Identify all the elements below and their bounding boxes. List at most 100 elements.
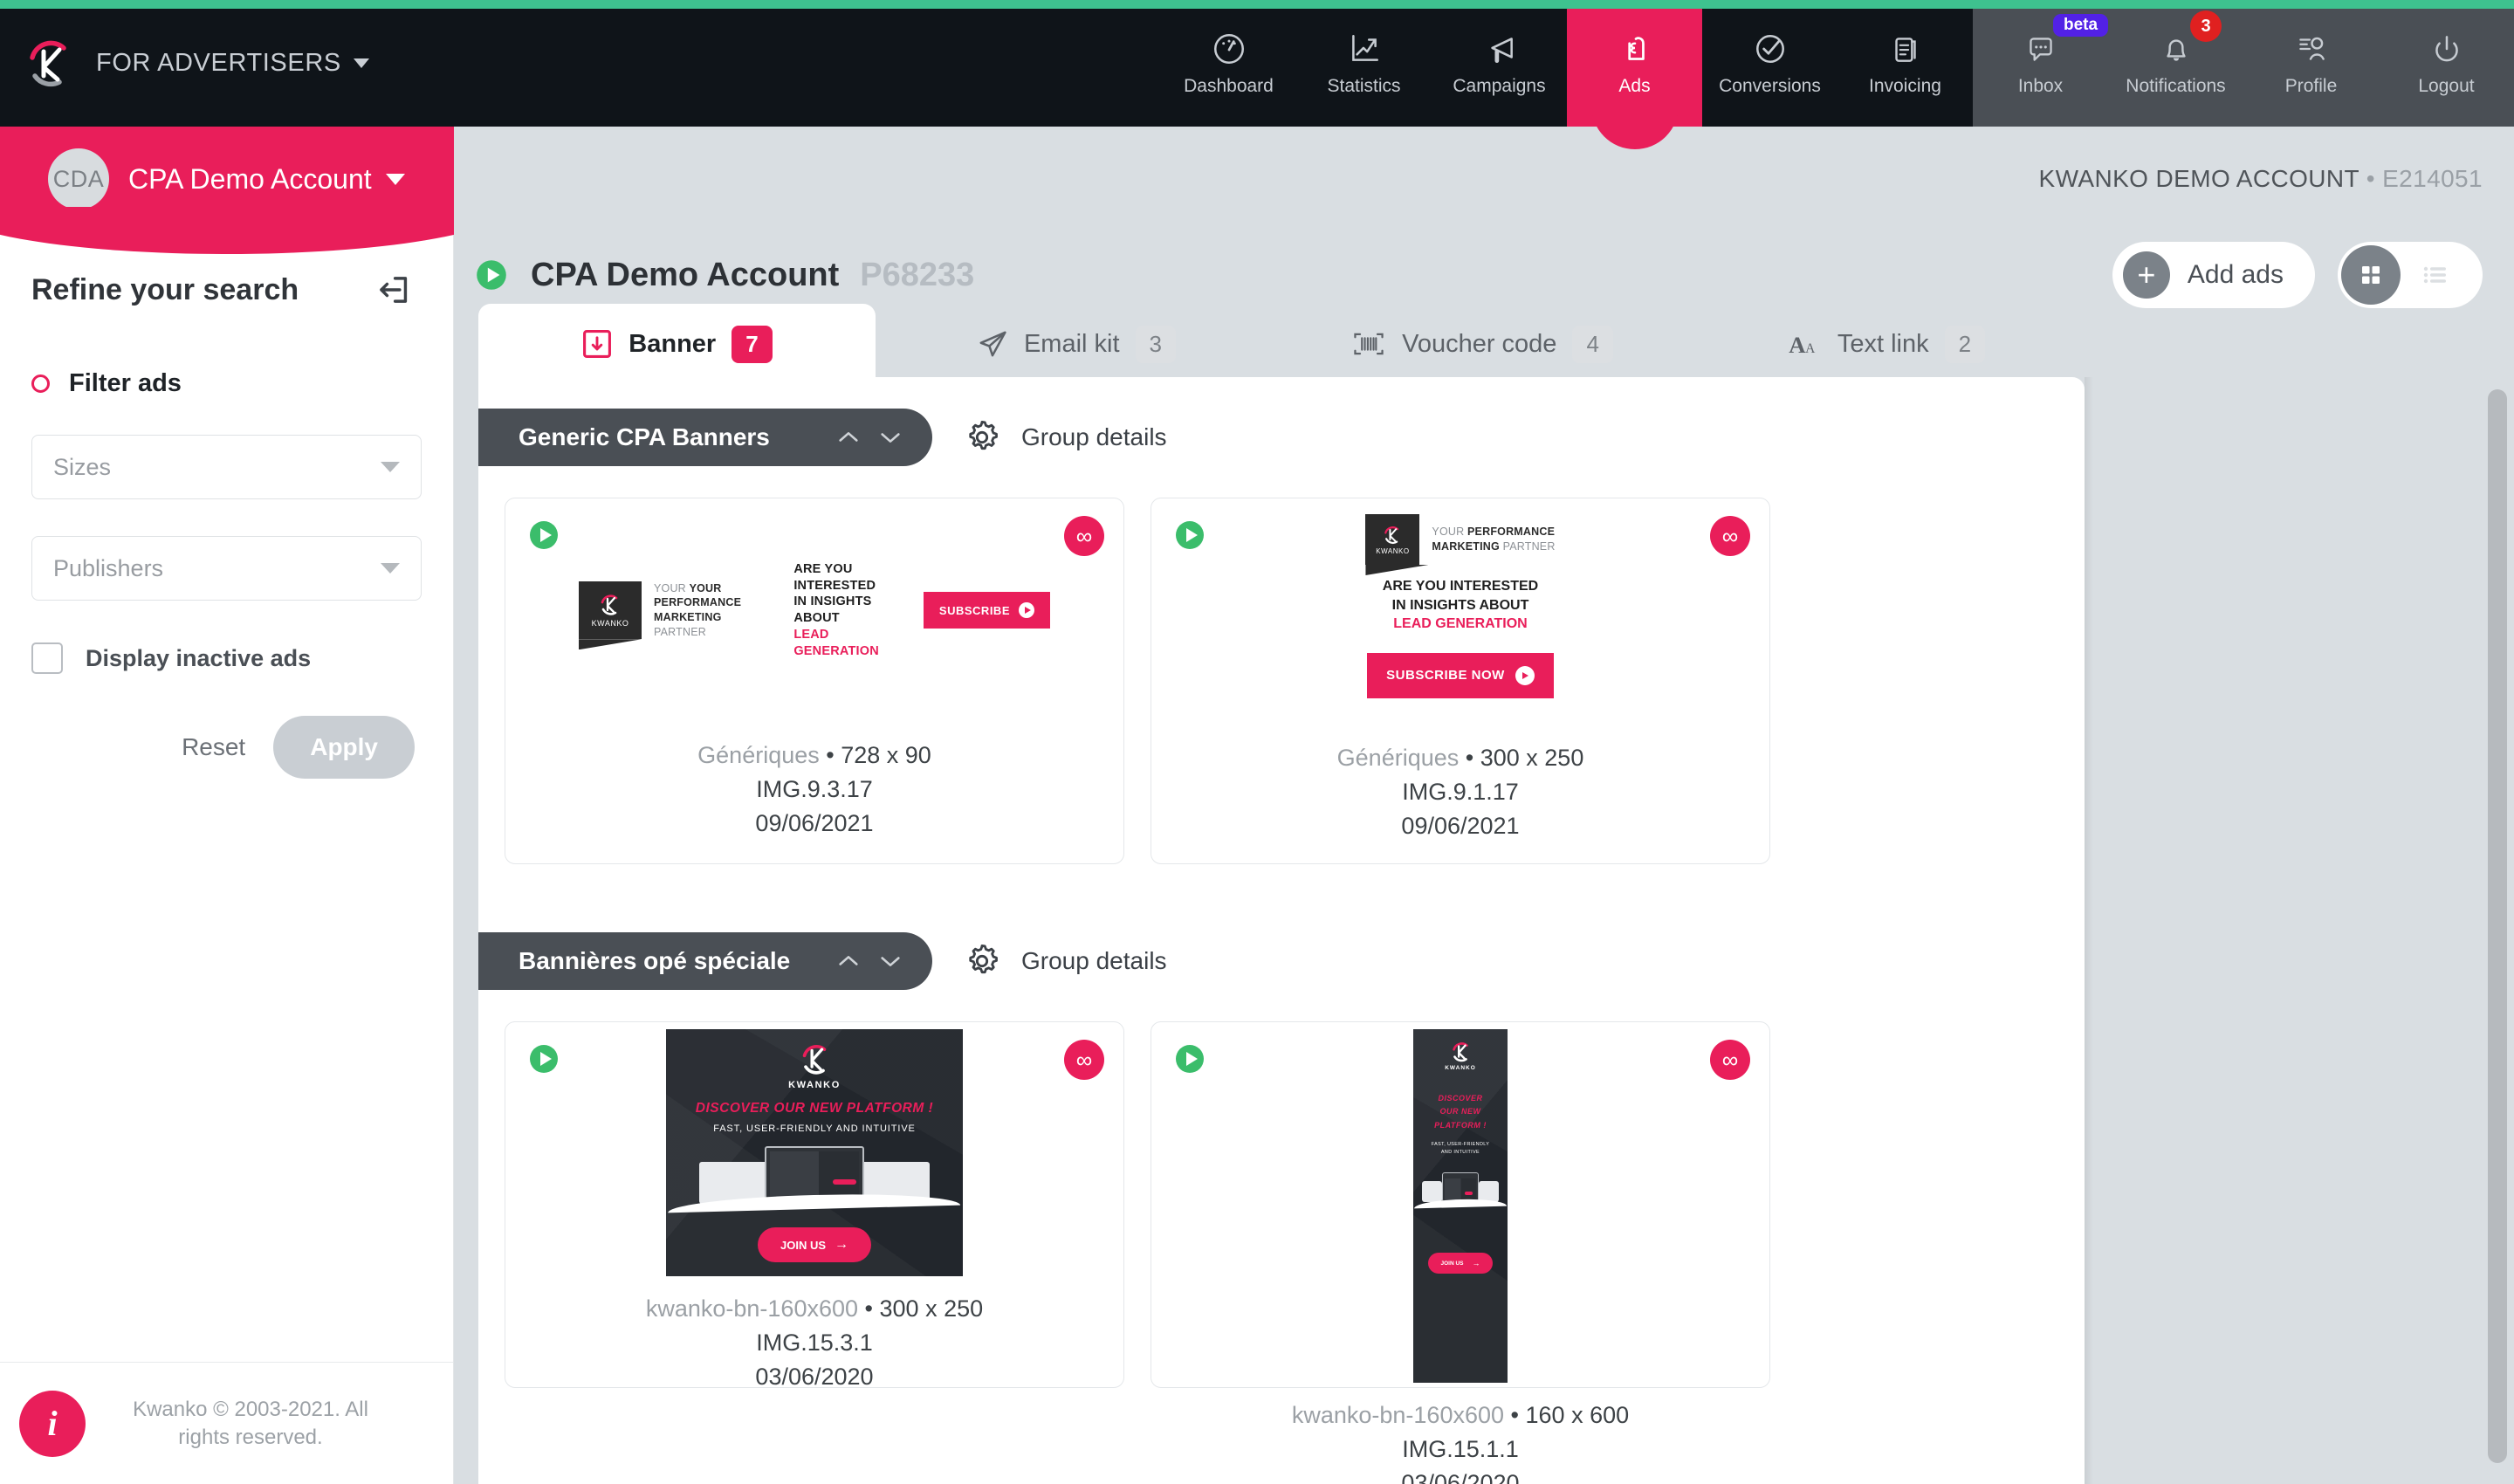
separator: • <box>1510 1402 1519 1428</box>
info-icon[interactable]: i <box>19 1390 86 1457</box>
group-details-button[interactable]: Group details <box>962 417 1167 457</box>
creative-headline: DISCOVER OUR NEW PLATFORM ! <box>695 1101 934 1116</box>
tab-label: Banner <box>628 329 717 358</box>
group-details-button[interactable]: Group details <box>962 941 1167 981</box>
chevron-up-icon[interactable] <box>836 952 861 970</box>
publishers-select[interactable]: Publishers <box>31 536 422 601</box>
group-title-pill[interactable]: Bannières opé spéciale <box>478 932 932 990</box>
apply-button[interactable]: Apply <box>273 716 415 779</box>
scrollbar-thumb[interactable] <box>2488 389 2507 1463</box>
nav-item-notifications[interactable]: 3 Notifications <box>2108 0 2243 127</box>
chat-bubble-icon <box>2029 37 2052 61</box>
chevron-down-icon[interactable] <box>385 173 405 185</box>
chevron-down-icon[interactable] <box>878 952 903 970</box>
creative-cta-button[interactable]: SUBSCRIBE <box>923 592 1050 629</box>
display-inactive-ads-checkbox[interactable] <box>31 642 63 674</box>
nav-item-logout[interactable]: Logout <box>2379 0 2514 127</box>
infinity-icon[interactable]: ∞ <box>1710 516 1750 556</box>
nav-item-conversions[interactable]: Conversions <box>1702 0 1837 127</box>
group-collapse-controls[interactable] <box>836 429 903 446</box>
nav-item-inbox[interactable]: beta Inbox <box>1973 0 2109 127</box>
add-ads-button[interactable]: + Add ads <box>2112 242 2315 308</box>
play-active-icon[interactable] <box>1172 1041 1207 1076</box>
brand-area[interactable]: FOR ADVERTISERS <box>0 0 454 127</box>
creative-preview: KWANKO DISCOVER OUR NEW PLATFORM ! FAST,… <box>505 1022 1123 1276</box>
account-identifier: KWANKO DEMO ACCOUNT • E214051 <box>2039 165 2483 193</box>
tagline: YOUR PERFORMANCE MARKETING PARTNER <box>1432 525 1555 554</box>
display-inactive-ads-row[interactable]: Display inactive ads <box>0 601 453 674</box>
ad-card[interactable]: ∞ KWANKO <box>505 498 1124 864</box>
tab-voucher-code[interactable]: Voucher code 4 <box>1277 304 1687 384</box>
megaphone-icon <box>1490 37 1513 63</box>
ad-name: Génériques <box>697 741 820 768</box>
ad-card[interactable]: ∞ KWANKO DISCOVER OUR NEW PLATFORM ! FAS… <box>505 1021 1124 1390</box>
copyright-text: Kwanko © 2003-2021. All rights reserved. <box>133 1398 368 1449</box>
nav-secondary-group: beta Inbox 3 Notifications Profile Logou… <box>1973 0 2514 127</box>
tab-label: Voucher code <box>1402 329 1557 358</box>
chevron-down-icon[interactable] <box>878 429 903 446</box>
arrow-right-icon: → <box>835 1237 848 1252</box>
tab-banner[interactable]: Banner 7 <box>478 304 876 384</box>
nav-item-statistics[interactable]: Statistics <box>1296 0 1432 127</box>
tagline: YOUR YOUR PERFORMANCE MARKETING PARTNER <box>654 581 769 641</box>
collapse-panel-icon[interactable] <box>374 271 411 308</box>
creative-cta-button[interactable]: JOIN US → <box>757 1227 871 1262</box>
cta-label: SUBSCRIBE <box>938 603 1010 617</box>
kwanko-logo-mark: KWANKO <box>788 1043 841 1090</box>
ad-reference: IMG.15.3.1 <box>756 1329 873 1357</box>
nav-label: Profile <box>2284 75 2338 96</box>
filters-sidebar: Refine your search Filter ads Sizes Publ… <box>0 231 454 1484</box>
nav-item-invoicing[interactable]: Invoicing <box>1837 0 1973 127</box>
ad-reference: IMG.15.1.1 <box>1402 1436 1519 1463</box>
play-active-icon[interactable] <box>526 1041 561 1076</box>
tagline-bold-2: MARKETING <box>1432 540 1500 553</box>
kwanko-logo-icon <box>24 38 77 90</box>
tagline-bold-1: PERFORMANCE <box>1467 526 1556 539</box>
avatar: CDA <box>48 148 109 210</box>
ad-card[interactable]: ∞ KWANKO <box>1151 498 1770 864</box>
banner-creative-dark-160x600: KWANKO DISCOVER OUR NEW PLATFORM ! FAST,… <box>1413 1029 1508 1383</box>
account-switcher[interactable]: CDA CPA Demo Account <box>0 127 454 231</box>
plus-icon: + <box>2122 251 2170 299</box>
device-mockup-image <box>668 1143 961 1213</box>
chevron-down-icon[interactable] <box>353 58 369 68</box>
play-small-icon <box>1515 665 1535 685</box>
nav-item-profile[interactable]: Profile <box>2243 0 2379 127</box>
main-header: KWANKO DEMO ACCOUNT • E214051 <box>454 127 2514 231</box>
nav-item-dashboard[interactable]: Dashboard <box>1161 0 1296 127</box>
kwanko-logo-mark: KWANKO <box>1445 1041 1476 1071</box>
play-active-icon <box>477 260 506 290</box>
infinity-icon[interactable]: ∞ <box>1064 1040 1104 1080</box>
separator: • <box>2366 165 2375 192</box>
sizes-select[interactable]: Sizes <box>31 435 422 499</box>
nav-item-campaigns[interactable]: Campaigns <box>1432 0 1567 127</box>
group-collapse-controls[interactable] <box>836 952 903 970</box>
tab-text-link[interactable]: A A Text link 2 <box>1687 304 2085 384</box>
nav-item-ads[interactable]: Ads <box>1567 0 1702 127</box>
account-label: KWANKO DEMO ACCOUNT <box>2038 165 2359 192</box>
tagline-pre: YOUR <box>654 581 690 594</box>
list-view-icon[interactable] <box>2406 245 2465 305</box>
tab-email-kit[interactable]: Email kit 3 <box>876 304 1277 384</box>
grid-view-icon[interactable] <box>2341 245 2401 305</box>
filter-ads-section-header[interactable]: Filter ads <box>0 308 453 398</box>
creative-preview: KWANKO DISCOVER OUR NEW PLATFORM ! FAST,… <box>1151 1022 1769 1383</box>
ad-card[interactable]: ∞ KWANKO <box>1151 1021 1770 1484</box>
ad-card-row: ∞ KWANKO YOUR YOUR PERFORMANCE MARKETING… <box>478 466 2085 864</box>
chevron-up-icon[interactable] <box>836 429 861 446</box>
ad-card-meta: Génériques • 728 x 90 IMG.9.3.17 09/06/2… <box>697 723 931 863</box>
play-active-icon[interactable] <box>1172 518 1207 553</box>
creative-cta-button[interactable]: JOIN US → <box>1428 1253 1493 1274</box>
infinity-icon[interactable]: ∞ <box>1064 516 1104 556</box>
group-title-pill[interactable]: Generic CPA Banners <box>478 409 932 466</box>
play-active-icon[interactable] <box>526 518 561 553</box>
tab-count-badge: 7 <box>732 325 773 363</box>
creative-cta-button[interactable]: SUBSCRIBE NOW <box>1367 652 1554 698</box>
banner-creative-300x250: KWANKO YOUR PERFORMANCE MARKETING PARTNE… <box>1329 507 1591 725</box>
filter-radio-icon[interactable] <box>31 374 50 393</box>
reset-button[interactable]: Reset <box>182 733 245 761</box>
cta-label: JOIN US <box>1440 1260 1464 1267</box>
infinity-icon[interactable]: ∞ <box>1710 1040 1750 1080</box>
ads-panel: Generic CPA Banners Group details ∞ KWAN… <box>478 377 2085 1484</box>
tab-count-badge: 4 <box>1572 325 1613 363</box>
